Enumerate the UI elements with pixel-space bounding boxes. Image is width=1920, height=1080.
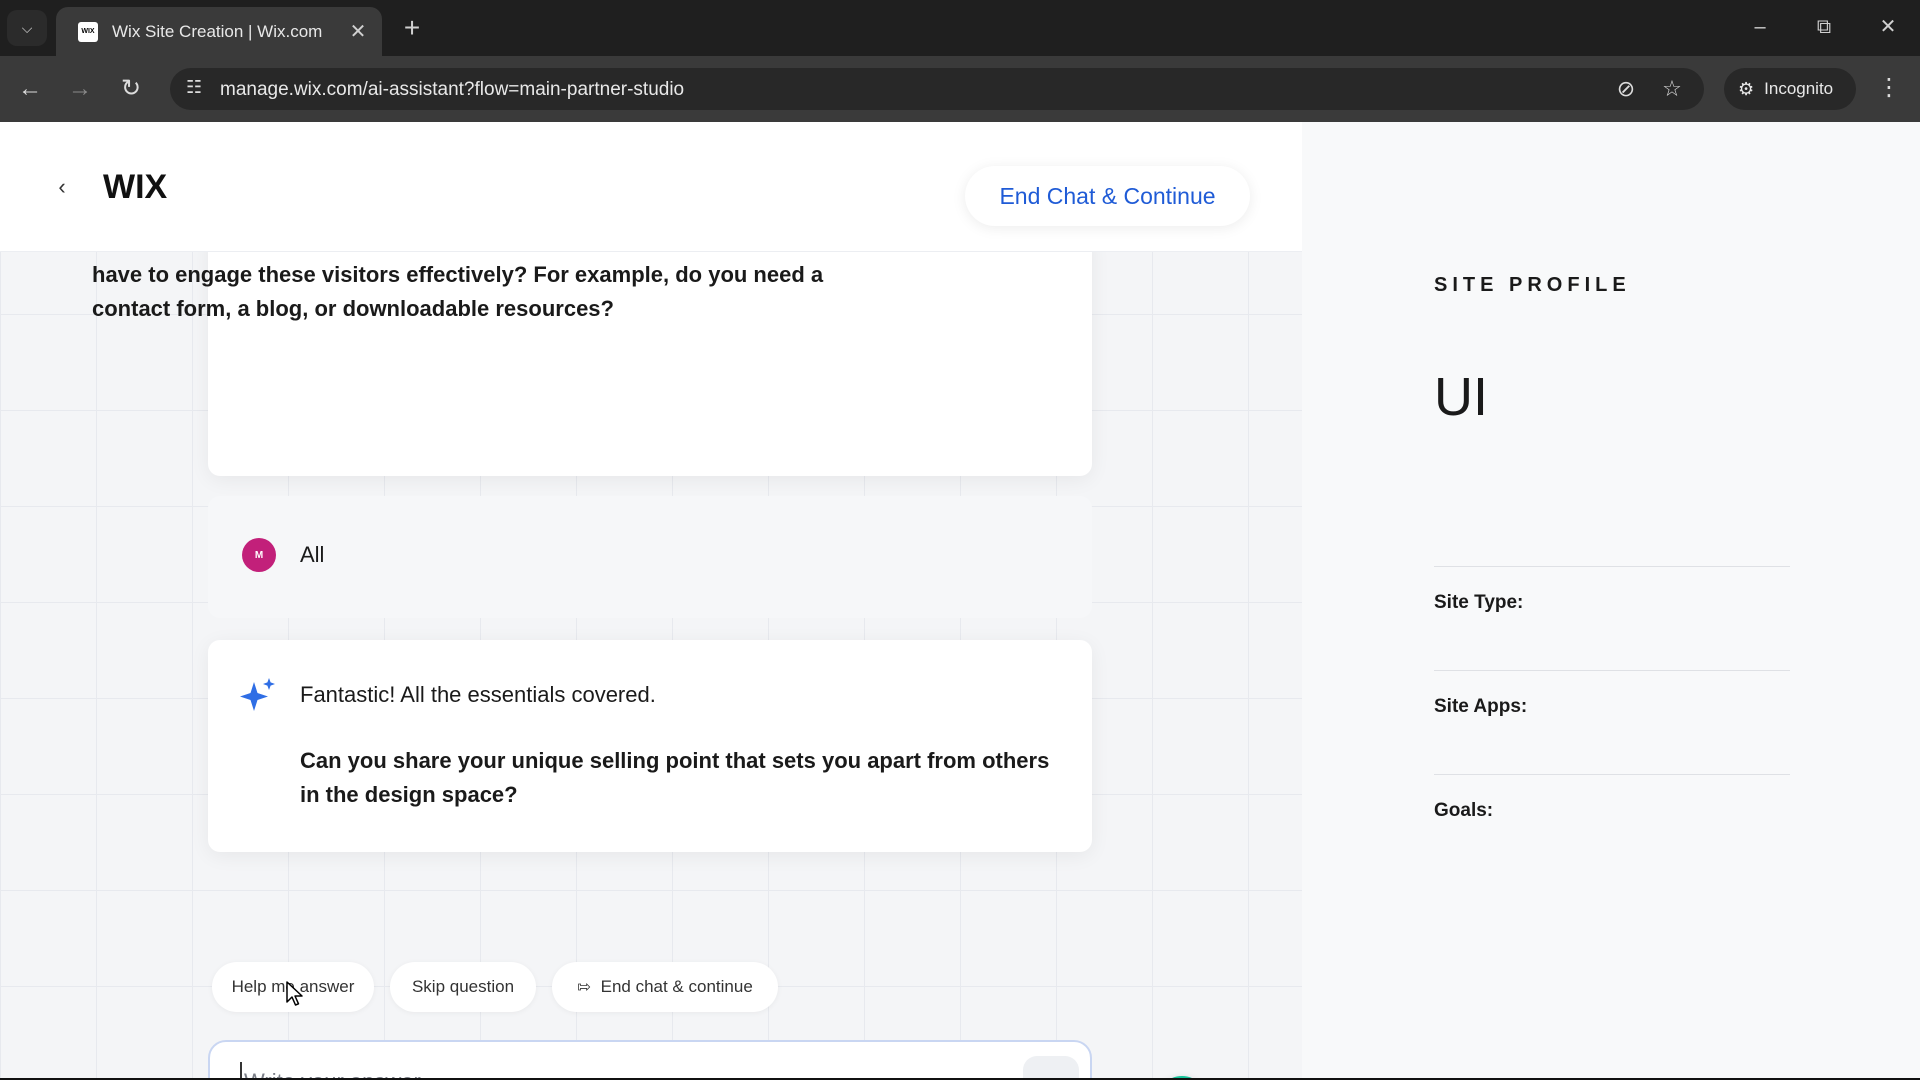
site-apps-label: Site Apps: xyxy=(1434,696,1528,717)
address-bar[interactable]: ☷ manage.wix.com/ai-assistant?flow=main-… xyxy=(170,68,1704,110)
divider xyxy=(1434,774,1790,775)
divider xyxy=(1434,566,1790,567)
ai-sparkle-icon xyxy=(240,678,275,711)
assistant-question-text: Can you share your unique selling point … xyxy=(300,748,1050,807)
url-text[interactable]: manage.wix.com/ai-assistant?flow=main-pa… xyxy=(220,79,684,101)
close-window-icon[interactable]: ✕ xyxy=(1868,12,1908,42)
tab-title: Wix Site Creation | Wix.com xyxy=(112,21,323,41)
minimize-icon[interactable]: – xyxy=(1740,12,1780,42)
page-header: ‹ WIX End Chat & Continue xyxy=(0,122,1302,252)
browser-toolbar: ← → ↻ ☷ manage.wix.com/ai-assistant?flow… xyxy=(0,56,1920,122)
browser-menu-icon[interactable]: ⋮ xyxy=(1876,73,1902,103)
chevron-down-icon: ⌵ xyxy=(21,19,33,36)
close-tab-icon[interactable]: ✕ xyxy=(346,19,370,44)
assistant-question-text: have to engage these visitors effectivel… xyxy=(92,262,824,321)
mouse-cursor-icon xyxy=(286,981,303,1006)
incognito-label: Incognito xyxy=(1764,79,1834,98)
eye-off-icon[interactable]: ⊘ xyxy=(1612,76,1640,102)
user-avatar: M xyxy=(242,538,276,572)
incognito-icon: ⚙ xyxy=(1738,78,1755,99)
tab-search-button[interactable]: ⌵ xyxy=(7,10,47,46)
page-content: have to engage these visitors effectivel… xyxy=(0,122,1920,1078)
bookmark-star-icon[interactable]: ☆ xyxy=(1658,76,1686,102)
assistant-message-card: Fantastic! All the essentials covered. C… xyxy=(208,640,1092,852)
goals-label: Goals: xyxy=(1434,800,1494,821)
answer-input-container: → xyxy=(208,1040,1092,1078)
exit-icon: ⇰ xyxy=(577,979,591,996)
user-message: M All xyxy=(208,496,1092,618)
end-chat-continue-chip[interactable]: ⇰ End chat & continue xyxy=(552,962,778,1012)
back-chevron-icon[interactable]: ‹ xyxy=(52,174,72,200)
divider xyxy=(1434,670,1790,671)
incognito-indicator[interactable]: ⚙ Incognito xyxy=(1724,68,1856,110)
back-arrow-icon[interactable]: ← xyxy=(14,73,46,105)
user-answer-text: All xyxy=(300,542,325,567)
wix-logo: WIX xyxy=(103,168,168,206)
browser-tab-bar: ⌵ WIX Wix Site Creation | Wix.com ✕ + – … xyxy=(0,0,1920,56)
browser-tab[interactable]: WIX Wix Site Creation | Wix.com ✕ xyxy=(56,7,382,56)
forward-arrow-icon[interactable]: → xyxy=(64,73,96,105)
restore-icon[interactable]: ⧉ xyxy=(1804,12,1844,42)
site-profile-heading: SITE PROFILE xyxy=(1434,274,1631,296)
end-chat-continue-label: End chat & continue xyxy=(600,977,753,996)
send-button[interactable]: → xyxy=(1023,1056,1079,1078)
skip-question-label: Skip question xyxy=(411,977,515,996)
site-profile-panel: SITE PROFILE UI Site Type: Site Apps: Go… xyxy=(1302,122,1920,1078)
reload-icon[interactable]: ↻ xyxy=(115,73,147,105)
skip-question-button[interactable]: Skip question xyxy=(390,962,536,1012)
site-name: UI xyxy=(1434,367,1488,427)
assistant-intro-text: Fantastic! All the essentials covered. xyxy=(300,682,656,707)
arrow-right-icon: → xyxy=(1039,1068,1063,1078)
site-type-label: Site Type: xyxy=(1434,592,1524,613)
wix-favicon-icon: WIX xyxy=(78,21,98,42)
end-chat-continue-button[interactable]: End Chat & Continue xyxy=(965,166,1250,226)
site-info-icon[interactable]: ☷ xyxy=(186,77,202,98)
answer-input[interactable] xyxy=(240,1062,1000,1078)
new-tab-button[interactable]: + xyxy=(396,12,428,44)
